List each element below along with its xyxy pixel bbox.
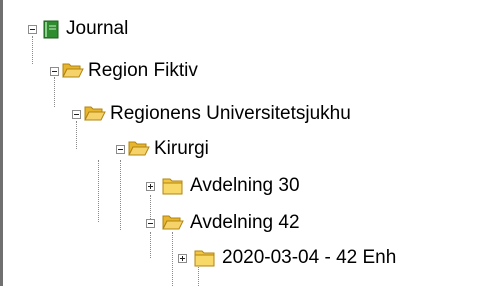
tree-item-label: Kirurgi (154, 138, 209, 159)
collapse-toggle[interactable] (50, 67, 59, 76)
tree-item-label: 2020-03-04 - 42 Enh (222, 247, 397, 268)
collapse-toggle[interactable] (72, 110, 81, 119)
expand-toggle[interactable] (178, 254, 187, 263)
folder-open-icon (162, 215, 184, 230)
tree-line (54, 77, 55, 107)
folder-open-icon (62, 63, 84, 78)
tree-item-label: Regionens Universitetsjukhu (110, 103, 351, 124)
tree-item-label: Avdelning 30 (190, 175, 300, 196)
tree-line (150, 232, 151, 258)
tree-line (32, 36, 33, 64)
tree-line (120, 160, 121, 230)
tree-line (76, 121, 77, 149)
tree-line (98, 160, 99, 222)
folder-closed-icon (194, 250, 215, 267)
left-border (0, 0, 3, 286)
collapse-toggle[interactable] (146, 219, 155, 228)
tree-item-label: Region Fiktiv (88, 60, 198, 81)
tree-item-label: Journal (66, 18, 129, 39)
journal-book-icon (43, 20, 59, 39)
folder-open-icon (128, 141, 150, 156)
expand-toggle[interactable] (146, 182, 155, 191)
collapse-toggle[interactable] (28, 25, 37, 34)
folder-open-icon (84, 106, 106, 121)
folder-closed-icon (162, 178, 183, 195)
tree-item-label: Avdelning 42 (190, 212, 300, 233)
tree-line (172, 232, 173, 286)
collapse-toggle[interactable] (116, 145, 125, 154)
